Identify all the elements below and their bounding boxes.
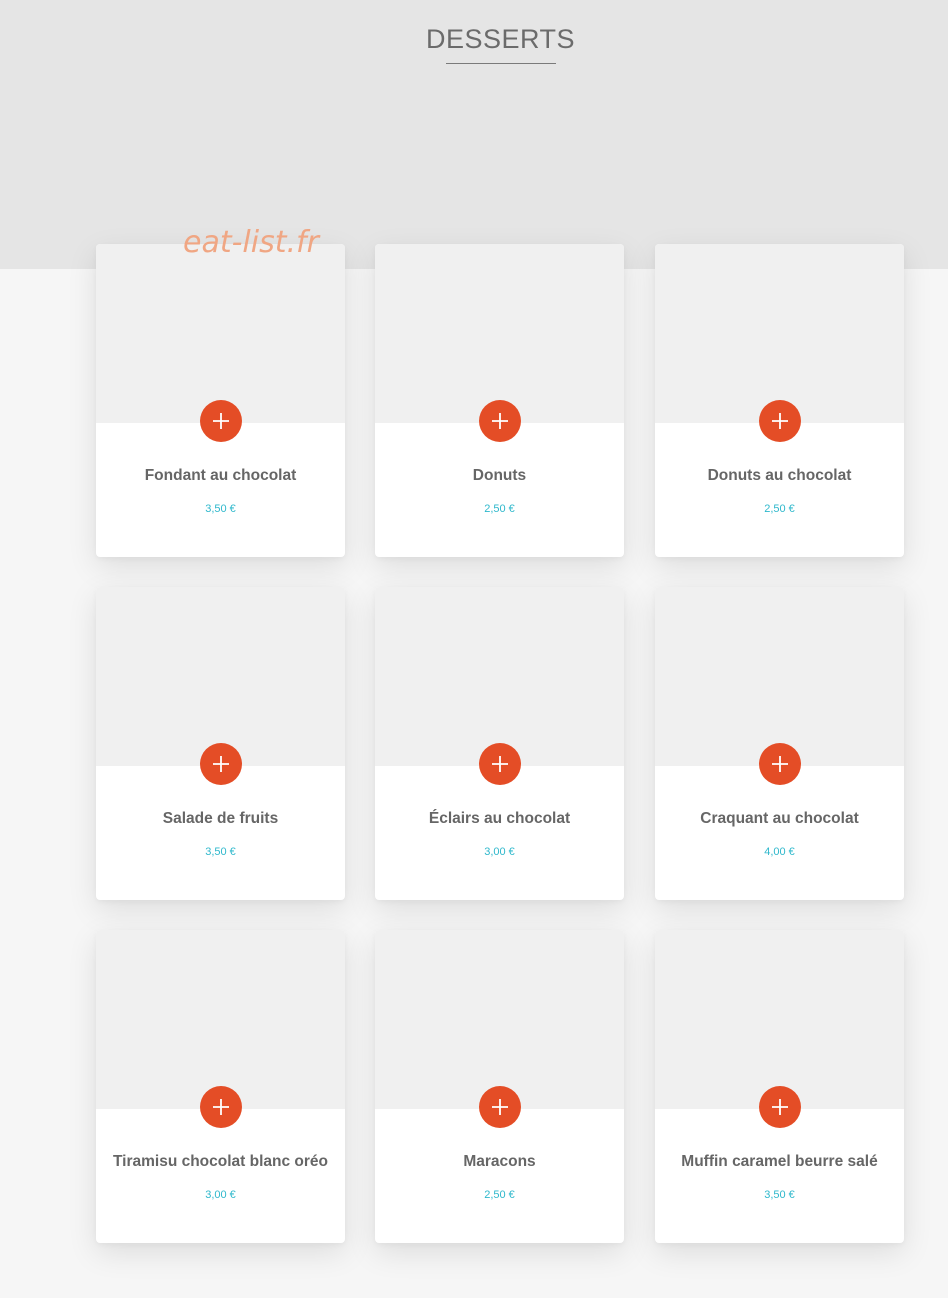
watermark: eat-list.fr <box>183 225 319 260</box>
add-to-cart-button[interactable] <box>759 400 801 442</box>
plus-icon <box>213 1099 229 1115</box>
dessert-grid: Fondant au chocolat 3,50 € Donuts 2,50 €… <box>0 0 948 1298</box>
menu-item-card[interactable]: Donuts au chocolat 2,50 € <box>655 244 904 557</box>
item-price: 3,50 € <box>764 1189 795 1201</box>
item-image-placeholder <box>375 244 624 423</box>
menu-item-card[interactable]: Salade de fruits 3,50 € <box>96 587 345 900</box>
item-image-placeholder <box>655 930 904 1109</box>
item-image-placeholder <box>375 587 624 766</box>
item-price: 4,00 € <box>764 846 795 858</box>
add-to-cart-button[interactable] <box>479 743 521 785</box>
item-name: Muffin caramel beurre salé <box>681 1153 878 1170</box>
menu-item-card[interactable]: Fondant au chocolat 3,50 € <box>96 244 345 557</box>
add-to-cart-button[interactable] <box>200 1086 242 1128</box>
plus-icon <box>772 756 788 772</box>
item-price: 2,50 € <box>484 1189 515 1201</box>
add-to-cart-button[interactable] <box>479 400 521 442</box>
item-image-placeholder <box>375 930 624 1109</box>
item-name: Salade de fruits <box>162 810 279 827</box>
add-to-cart-button[interactable] <box>759 1086 801 1128</box>
item-image-placeholder <box>96 930 345 1109</box>
item-price: 3,00 € <box>205 1189 236 1201</box>
item-name: Donuts <box>472 467 527 484</box>
item-name: Donuts au chocolat <box>707 467 852 484</box>
menu-item-card[interactable]: Craquant au chocolat 4,00 € <box>655 587 904 900</box>
plus-icon <box>772 1099 788 1115</box>
item-image-placeholder <box>655 244 904 423</box>
item-price: 3,00 € <box>484 846 515 858</box>
menu-item-card[interactable]: Maracons 2,50 € <box>375 930 624 1243</box>
plus-icon <box>492 1099 508 1115</box>
item-price: 2,50 € <box>484 503 515 515</box>
menu-item-card[interactable]: Tiramisu chocolat blanc oréo 3,00 € <box>96 930 345 1243</box>
add-to-cart-button[interactable] <box>200 400 242 442</box>
item-price: 3,50 € <box>205 503 236 515</box>
item-name: Éclairs au chocolat <box>428 810 571 827</box>
menu-item-card[interactable]: Éclairs au chocolat 3,00 € <box>375 587 624 900</box>
item-image-placeholder <box>96 244 345 423</box>
plus-icon <box>213 413 229 429</box>
menu-item-card[interactable]: Muffin caramel beurre salé 3,50 € <box>655 930 904 1243</box>
item-price: 3,50 € <box>205 846 236 858</box>
plus-icon <box>492 413 508 429</box>
item-image-placeholder <box>655 587 904 766</box>
item-name: Fondant au chocolat <box>144 467 297 484</box>
plus-icon <box>772 413 788 429</box>
item-name: Tiramisu chocolat blanc oréo <box>112 1153 329 1170</box>
plus-icon <box>492 756 508 772</box>
menu-item-card[interactable]: Donuts 2,50 € <box>375 244 624 557</box>
plus-icon <box>213 756 229 772</box>
add-to-cart-button[interactable] <box>759 743 801 785</box>
add-to-cart-button[interactable] <box>200 743 242 785</box>
item-name: Maracons <box>463 1153 536 1170</box>
item-price: 2,50 € <box>764 503 795 515</box>
item-image-placeholder <box>96 587 345 766</box>
item-name: Craquant au chocolat <box>700 810 859 827</box>
add-to-cart-button[interactable] <box>479 1086 521 1128</box>
